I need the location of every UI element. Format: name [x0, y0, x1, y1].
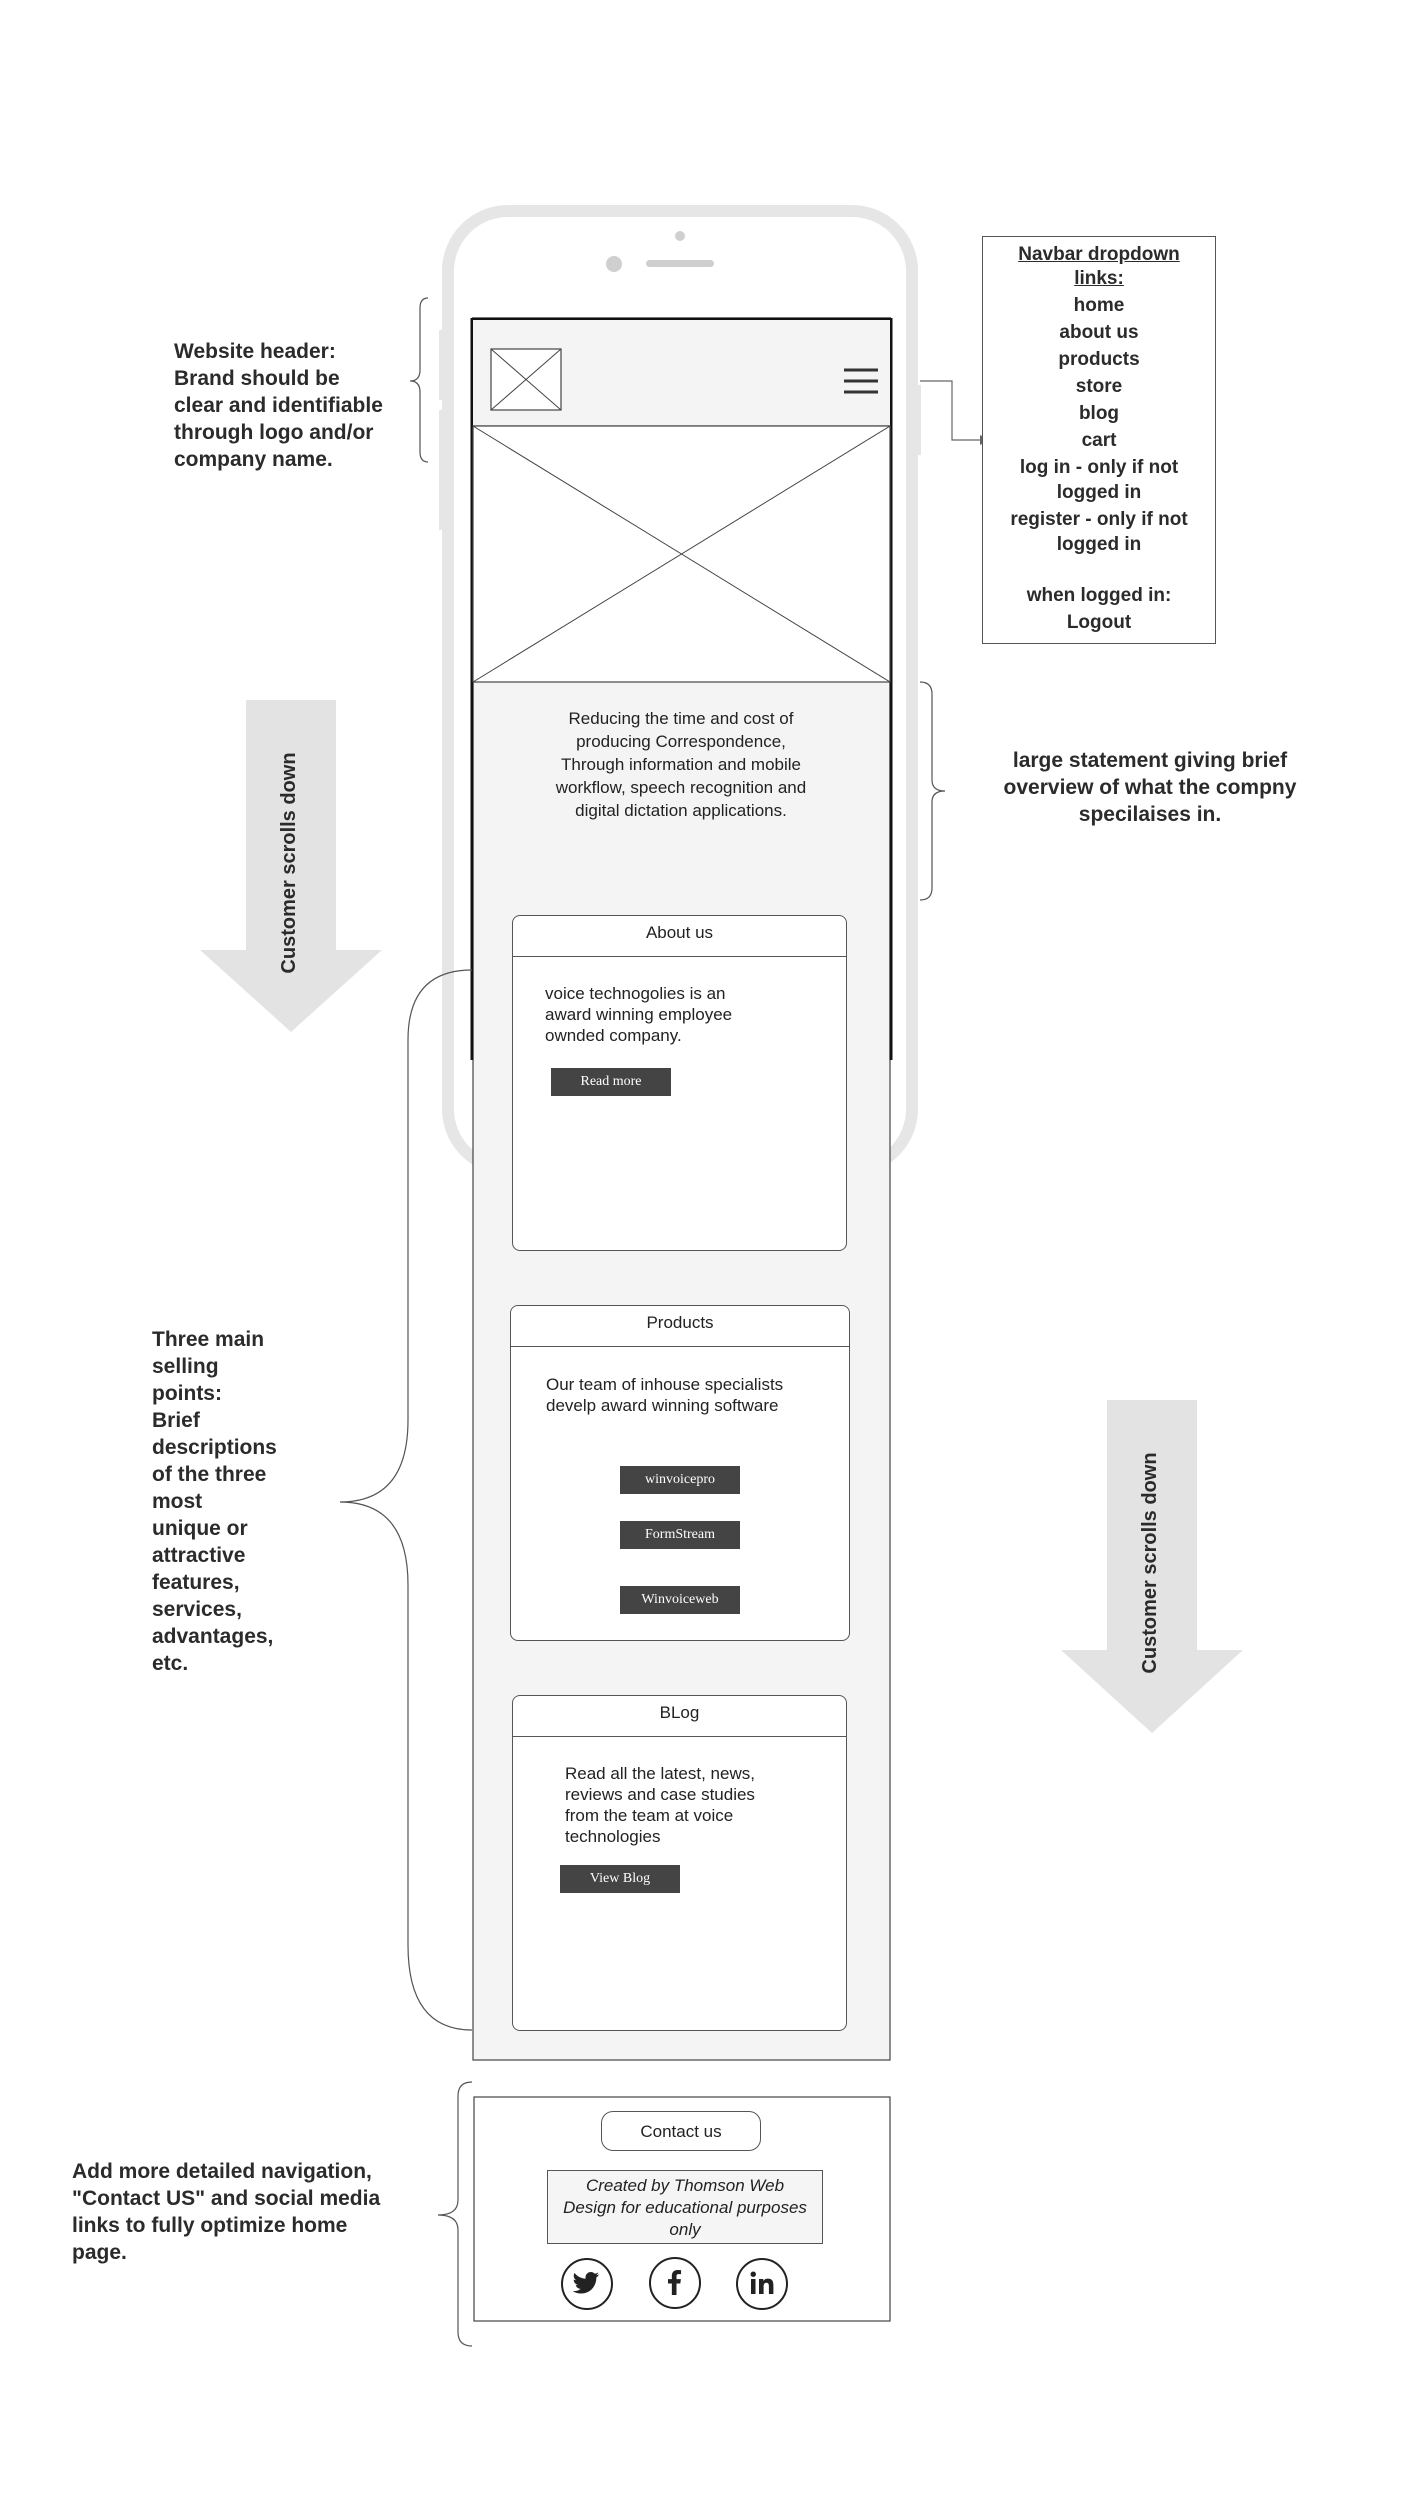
selling-points-annotation: Three main selling points: Brief descrip…: [152, 1328, 277, 1675]
read-more-button[interactable]: Read more: [551, 1068, 671, 1096]
scroll-label-right: Customer scrolls down: [1139, 1452, 1161, 1674]
products-card: Products Our team of inhouse specialists…: [510, 1305, 850, 1641]
statement-annotation: large statement giving brief overview of…: [1003, 749, 1297, 826]
facebook-icon[interactable]: [649, 2257, 701, 2309]
logo-placeholder: [490, 348, 562, 411]
navbar-dropdown-title: Navbar dropdown links:: [1018, 244, 1180, 289]
about-us-title: About us: [645, 923, 714, 942]
nav-item-about-us[interactable]: about us: [983, 321, 1215, 345]
about-us-card: About us voice technogolies is an award …: [512, 915, 847, 1251]
nav-logged-in-label: when logged in:: [1026, 585, 1172, 606]
wireframe-canvas: Website header: Brand should be clear an…: [0, 0, 1407, 2516]
scroll-label-left: Customer scrolls down: [278, 752, 300, 974]
blog-title: BLog: [659, 1703, 700, 1722]
nav-item-store[interactable]: store: [983, 375, 1215, 399]
navbar-dropdown-links: Navbar dropdown links: home about us pro…: [982, 236, 1216, 644]
blog-card: BLog Read all the latest, news, reviews …: [512, 1695, 847, 2031]
linkedin-icon[interactable]: [736, 2258, 788, 2310]
twitter-icon[interactable]: [561, 2258, 613, 2310]
blog-text: Read all the latest, news, reviews and c…: [565, 1764, 755, 1846]
nav-item-products[interactable]: products: [983, 348, 1215, 372]
view-blog-button[interactable]: View Blog: [560, 1865, 680, 1893]
hero-image-placeholder: [472, 425, 891, 683]
credit-text: Created by Thomson Web Design for educat…: [547, 2170, 823, 2244]
nav-item-logout[interactable]: Logout: [983, 611, 1215, 635]
products-title: Products: [646, 1313, 714, 1332]
nav-item-register[interactable]: register - only if not logged in: [983, 507, 1215, 557]
nav-item-home[interactable]: home: [983, 294, 1215, 318]
nav-item-blog[interactable]: blog: [983, 402, 1215, 426]
nav-item-cart[interactable]: cart: [983, 429, 1215, 453]
winvoicepro-button[interactable]: winvoicepro: [620, 1466, 740, 1494]
nav-item-login[interactable]: log in - only if not logged in: [983, 455, 1215, 505]
hero-statement: Reducing the time and cost of producing …: [555, 709, 807, 820]
about-us-text: voice technogolies is an award winning e…: [545, 984, 733, 1045]
header-annotation: Website header: Brand should be clear an…: [174, 340, 383, 471]
formstream-button[interactable]: FormStream: [620, 1521, 740, 1549]
footer-annotation: Add more detailed navigation, "Contact U…: [72, 2160, 381, 2264]
winvoiceweb-button[interactable]: Winvoiceweb: [620, 1586, 740, 1614]
contact-us-button[interactable]: Contact us: [601, 2111, 761, 2151]
products-text: Our team of inhouse specialists develp a…: [546, 1375, 784, 1415]
hamburger-menu-icon[interactable]: [843, 366, 879, 396]
